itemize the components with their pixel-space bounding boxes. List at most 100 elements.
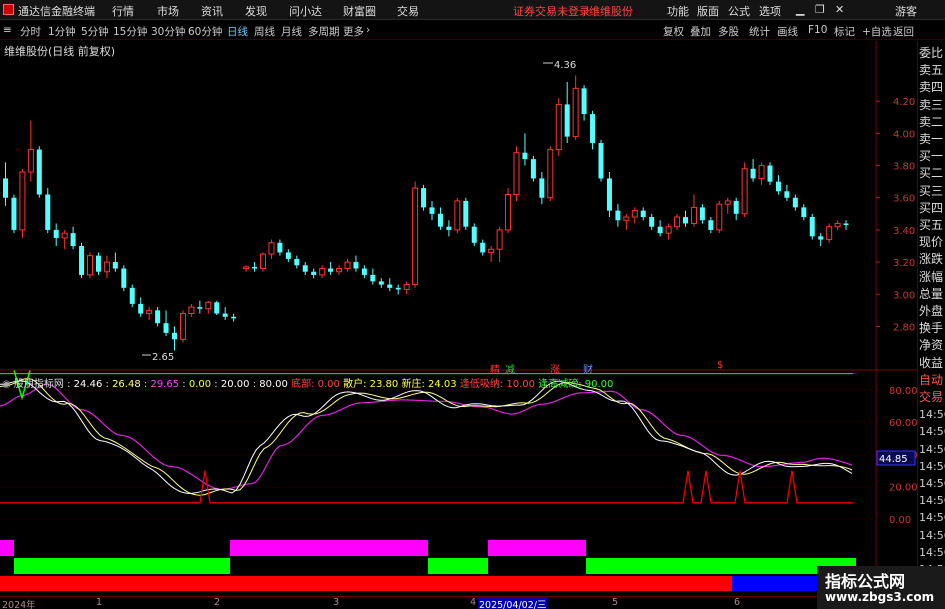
candle	[3, 162, 8, 206]
candle	[188, 303, 195, 317]
candle	[129, 284, 135, 308]
side-panel-label[interactable]: 换手	[919, 320, 945, 337]
candle	[843, 220, 849, 230]
side-panel-label[interactable]: 14:56	[919, 475, 945, 492]
side-panel-label[interactable]: 自动	[919, 372, 945, 389]
indicator-value-4: 0.00	[188, 379, 212, 390]
candle-body	[36, 149, 42, 195]
side-panel-label[interactable]: 买五	[919, 217, 945, 234]
menu-item-xuanxiang[interactable]: 选项	[759, 3, 781, 19]
price-tick-label: 3.00	[893, 290, 915, 301]
side-panel-label[interactable]: 买一	[919, 148, 945, 165]
candle-body	[361, 268, 367, 275]
period-fenshi[interactable]: 分时	[20, 24, 41, 39]
candle	[243, 265, 250, 272]
side-panel-label[interactable]: 14:56	[919, 406, 945, 423]
user-label[interactable]: 游客	[895, 3, 917, 19]
signal-jian: 减	[505, 365, 515, 376]
signal-jing: 精	[490, 365, 500, 376]
indicator-name[interactable]: 股朋指标网	[14, 379, 64, 390]
side-panel-label[interactable]: 14:56	[919, 458, 945, 475]
side-panel-label[interactable]: 14:56	[919, 423, 945, 440]
side-panel-label[interactable]: 买三	[919, 183, 945, 200]
side-panel-label[interactable]: 委比	[919, 45, 945, 62]
candle-body	[387, 284, 393, 288]
chevron-right-icon[interactable]: ›	[366, 24, 370, 36]
side-panel-label[interactable]: 卖三	[919, 97, 945, 114]
candle-body	[197, 307, 203, 309]
menu-item-wenxiaoda[interactable]: 问小达	[289, 3, 322, 19]
side-panel-label[interactable]: 买二	[919, 165, 945, 182]
menu-toggle-icon[interactable]: ≡	[3, 24, 12, 36]
tool-biaoji[interactable]: 标记	[834, 24, 855, 39]
period-monthly[interactable]: 月线	[281, 24, 302, 39]
tool-back[interactable]: 返回	[893, 24, 914, 39]
stock-name: 维维股份	[589, 5, 633, 18]
menu-item-gongshi[interactable]: 公式	[728, 3, 750, 19]
close-icon[interactable]: ✕	[835, 3, 844, 16]
side-panel-label[interactable]: 现价	[919, 234, 945, 251]
minimize-icon[interactable]: ▁	[796, 3, 804, 16]
candle-body	[79, 245, 85, 275]
period-daily[interactable]: 日线	[227, 24, 248, 39]
side-panel-label[interactable]: 卖五	[919, 62, 945, 79]
candle-body	[683, 217, 688, 224]
tool-add-favorite[interactable]: +自选	[862, 24, 892, 39]
period-15min[interactable]: 15分钟	[113, 24, 147, 39]
candle	[146, 307, 153, 320]
side-panel-label[interactable]: 买四	[919, 200, 945, 217]
indicator-settings-icon[interactable]: ◉	[2, 379, 11, 390]
indicator-band	[488, 540, 586, 556]
candle-body	[45, 194, 51, 230]
menu-item-banmian[interactable]: 版面	[697, 3, 719, 19]
side-panel-label[interactable]: 涨跌	[919, 251, 945, 268]
menu-item-hangqing[interactable]: 行情	[112, 3, 134, 19]
side-panel-label[interactable]: 14:56	[919, 492, 945, 509]
price-tick-label: 3.60	[893, 194, 915, 205]
restore-icon[interactable]: ❐	[815, 3, 825, 16]
period-5min[interactable]: 5分钟	[81, 24, 109, 39]
main-chart-area[interactable]: 4.20 4.00 3.80 3.60 3.40 3.20 3.00 2.80 80.00 60…	[0, 41, 917, 596]
side-panel-label[interactable]: 总量	[919, 286, 945, 303]
period-toolbar: ≡ 分时 1分钟 5分钟 15分钟 30分钟 60分钟 日线 周线 月线 多周期…	[0, 21, 945, 40]
side-panel-label[interactable]: 净资	[919, 337, 945, 354]
period-multi[interactable]: 多周期	[308, 24, 340, 39]
period-more[interactable]: 更多	[343, 24, 364, 39]
menu-item-zixun[interactable]: 资讯	[201, 3, 223, 19]
side-panel-label[interactable]: 14:56	[919, 509, 945, 526]
login-status[interactable]: 证券交易未登录	[513, 3, 590, 19]
tool-duogu[interactable]: 多股	[718, 24, 739, 39]
menu-item-gongneng[interactable]: 功能	[667, 3, 689, 19]
side-panel-label[interactable]: 卖一	[919, 131, 945, 148]
indicator-band	[0, 576, 732, 591]
menu-item-caifuquan[interactable]: 财富圈	[343, 3, 376, 19]
side-panel-label[interactable]: 14:56	[919, 441, 945, 458]
side-panel-label[interactable]: 外盘	[919, 303, 945, 320]
candle	[758, 162, 765, 185]
candle-body	[11, 197, 17, 230]
tool-fuquan[interactable]: 复权	[663, 24, 684, 39]
side-panel-label[interactable]: 涨幅	[919, 269, 945, 286]
indicator-band	[428, 558, 488, 574]
period-weekly[interactable]: 周线	[254, 24, 275, 39]
candle-body	[471, 226, 477, 243]
side-panel-label[interactable]: 卖二	[919, 114, 945, 131]
menu-item-shichang[interactable]: 市场	[157, 3, 179, 19]
tool-diejia[interactable]: 叠加	[690, 24, 711, 39]
candle	[539, 171, 545, 205]
candle-body	[260, 253, 266, 270]
side-panel-label[interactable]: 14:56	[919, 527, 945, 544]
period-1min[interactable]: 1分钟	[48, 24, 76, 39]
period-30min[interactable]: 30分钟	[151, 24, 185, 39]
side-panel-label[interactable]: 交易	[919, 389, 945, 406]
menu-item-jiaoyi[interactable]: 交易	[397, 3, 419, 19]
tool-f10[interactable]: F10	[808, 24, 827, 36]
tool-huaxian[interactable]: 画线	[777, 24, 798, 39]
side-panel-label[interactable]: 收益	[919, 355, 945, 372]
period-60min[interactable]: 60分钟	[188, 24, 222, 39]
candle	[826, 223, 833, 243]
side-panel-label[interactable]: 卖四	[919, 79, 945, 96]
tool-tongji[interactable]: 统计	[749, 24, 770, 39]
menu-item-faxian[interactable]: 发现	[245, 3, 267, 19]
side-panel-label[interactable]: 14:56	[919, 544, 945, 561]
